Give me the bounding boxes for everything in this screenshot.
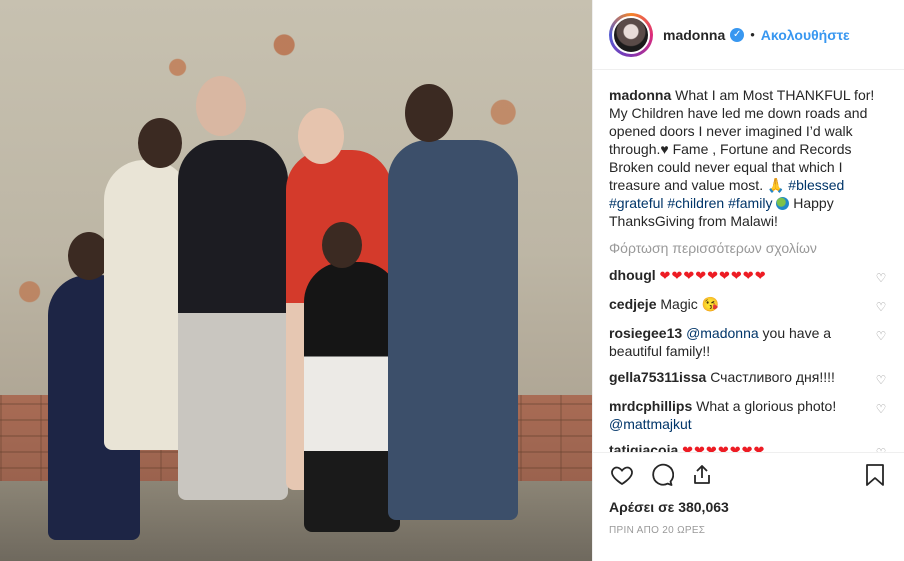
- like-comment-heart-icon[interactable]: ♡: [874, 269, 888, 287]
- username[interactable]: madonna: [663, 27, 725, 43]
- like-comment-heart-icon[interactable]: ♡: [874, 327, 888, 345]
- instagram-post: madonna ✓ • Ακολουθήστε madonna What I a…: [0, 0, 904, 561]
- comment-text: ❤❤❤❤❤❤❤: [682, 443, 766, 452]
- like-comment-heart-icon[interactable]: ♡: [874, 400, 888, 418]
- like-heart-icon[interactable]: [609, 462, 635, 488]
- comment-username[interactable]: mrdcphillips: [609, 398, 692, 414]
- figure-head: [196, 76, 246, 136]
- figure-head: [298, 108, 344, 164]
- hashtag[interactable]: #family: [728, 195, 772, 211]
- avatar: [612, 15, 650, 54]
- like-comment-heart-icon[interactable]: ♡: [874, 298, 888, 316]
- mention-link[interactable]: @madonna: [686, 325, 759, 341]
- comment-row: dhougl ❤❤❤❤❤❤❤❤❤ ♡: [609, 266, 888, 287]
- comment-username[interactable]: rosiegee13: [609, 325, 682, 341]
- figure-small-girl: [304, 262, 400, 532]
- comment-text: What a glorious photo!: [696, 398, 837, 414]
- hashtag[interactable]: #children: [667, 195, 724, 211]
- avatar-ring[interactable]: [609, 12, 653, 57]
- hashtag[interactable]: #blessed: [788, 177, 844, 193]
- comment-text: Счастливого дня!!!!: [710, 369, 835, 385]
- figure-head: [322, 222, 362, 268]
- verified-badge-icon: ✓: [730, 27, 745, 42]
- comment-bubble-icon[interactable]: [649, 462, 675, 488]
- action-icons: [609, 461, 888, 489]
- comment-row: gella75311issa Счастливого дня!!!! ♡: [609, 368, 888, 389]
- likes-count[interactable]: Αρέσει σε 380,063: [609, 499, 888, 515]
- caption-username[interactable]: madonna: [609, 87, 671, 103]
- post-header: madonna ✓ • Ακολουθήστε: [593, 0, 904, 70]
- post-sidebar: madonna ✓ • Ακολουθήστε madonna What I a…: [592, 0, 904, 561]
- comment-username[interactable]: tatigiacoia: [609, 442, 678, 452]
- load-more-comments-link[interactable]: Φόρτωση περισσότερων σχολίων: [609, 240, 888, 256]
- comment-username[interactable]: dhougl: [609, 267, 656, 283]
- post-actions: Αρέσει σε 380,063 ΠΡΙΝ ΑΠΟ 20 ΩΡΕΣ: [593, 452, 904, 544]
- like-comment-heart-icon[interactable]: ♡: [874, 444, 888, 452]
- separator-dot: •: [750, 27, 755, 42]
- figure-head: [138, 118, 182, 168]
- like-comment-heart-icon[interactable]: ♡: [874, 371, 888, 389]
- mention-link[interactable]: @mattmajkut: [609, 416, 692, 432]
- share-icon[interactable]: [689, 462, 715, 488]
- comment-row: cedjeje Magic 😘 ♡: [609, 295, 888, 316]
- globe-emoji-icon: [776, 197, 790, 210]
- comment-text: ❤❤❤❤❤❤❤❤❤: [659, 268, 767, 283]
- post-timestamp[interactable]: ΠΡΙΝ ΑΠΟ 20 ΩΡΕΣ: [609, 525, 888, 536]
- caption: madonna What I am Most THANKFUL for! My …: [609, 86, 888, 230]
- comment-row: rosiegee13 @madonna you have a beautiful…: [609, 324, 888, 360]
- comment-username[interactable]: gella75311issa: [609, 369, 706, 385]
- figure-young-man-jacket: [178, 140, 288, 500]
- post-photo[interactable]: [0, 0, 592, 561]
- comments-section: madonna What I am Most THANKFUL for! My …: [593, 70, 904, 452]
- follow-button[interactable]: Ακολουθήστε: [761, 27, 850, 43]
- comment-text: Magic 😘: [660, 296, 720, 312]
- figure-man-suit: [388, 140, 518, 520]
- comment-username[interactable]: cedjeje: [609, 296, 656, 312]
- figure-head: [405, 84, 453, 142]
- comment-row: mrdcphillips What a glorious photo! @mat…: [609, 397, 888, 433]
- bookmark-icon[interactable]: [862, 462, 888, 488]
- hashtag[interactable]: #grateful: [609, 195, 663, 211]
- comment-row: tatigiacoia ❤❤❤❤❤❤❤ ♡: [609, 441, 888, 452]
